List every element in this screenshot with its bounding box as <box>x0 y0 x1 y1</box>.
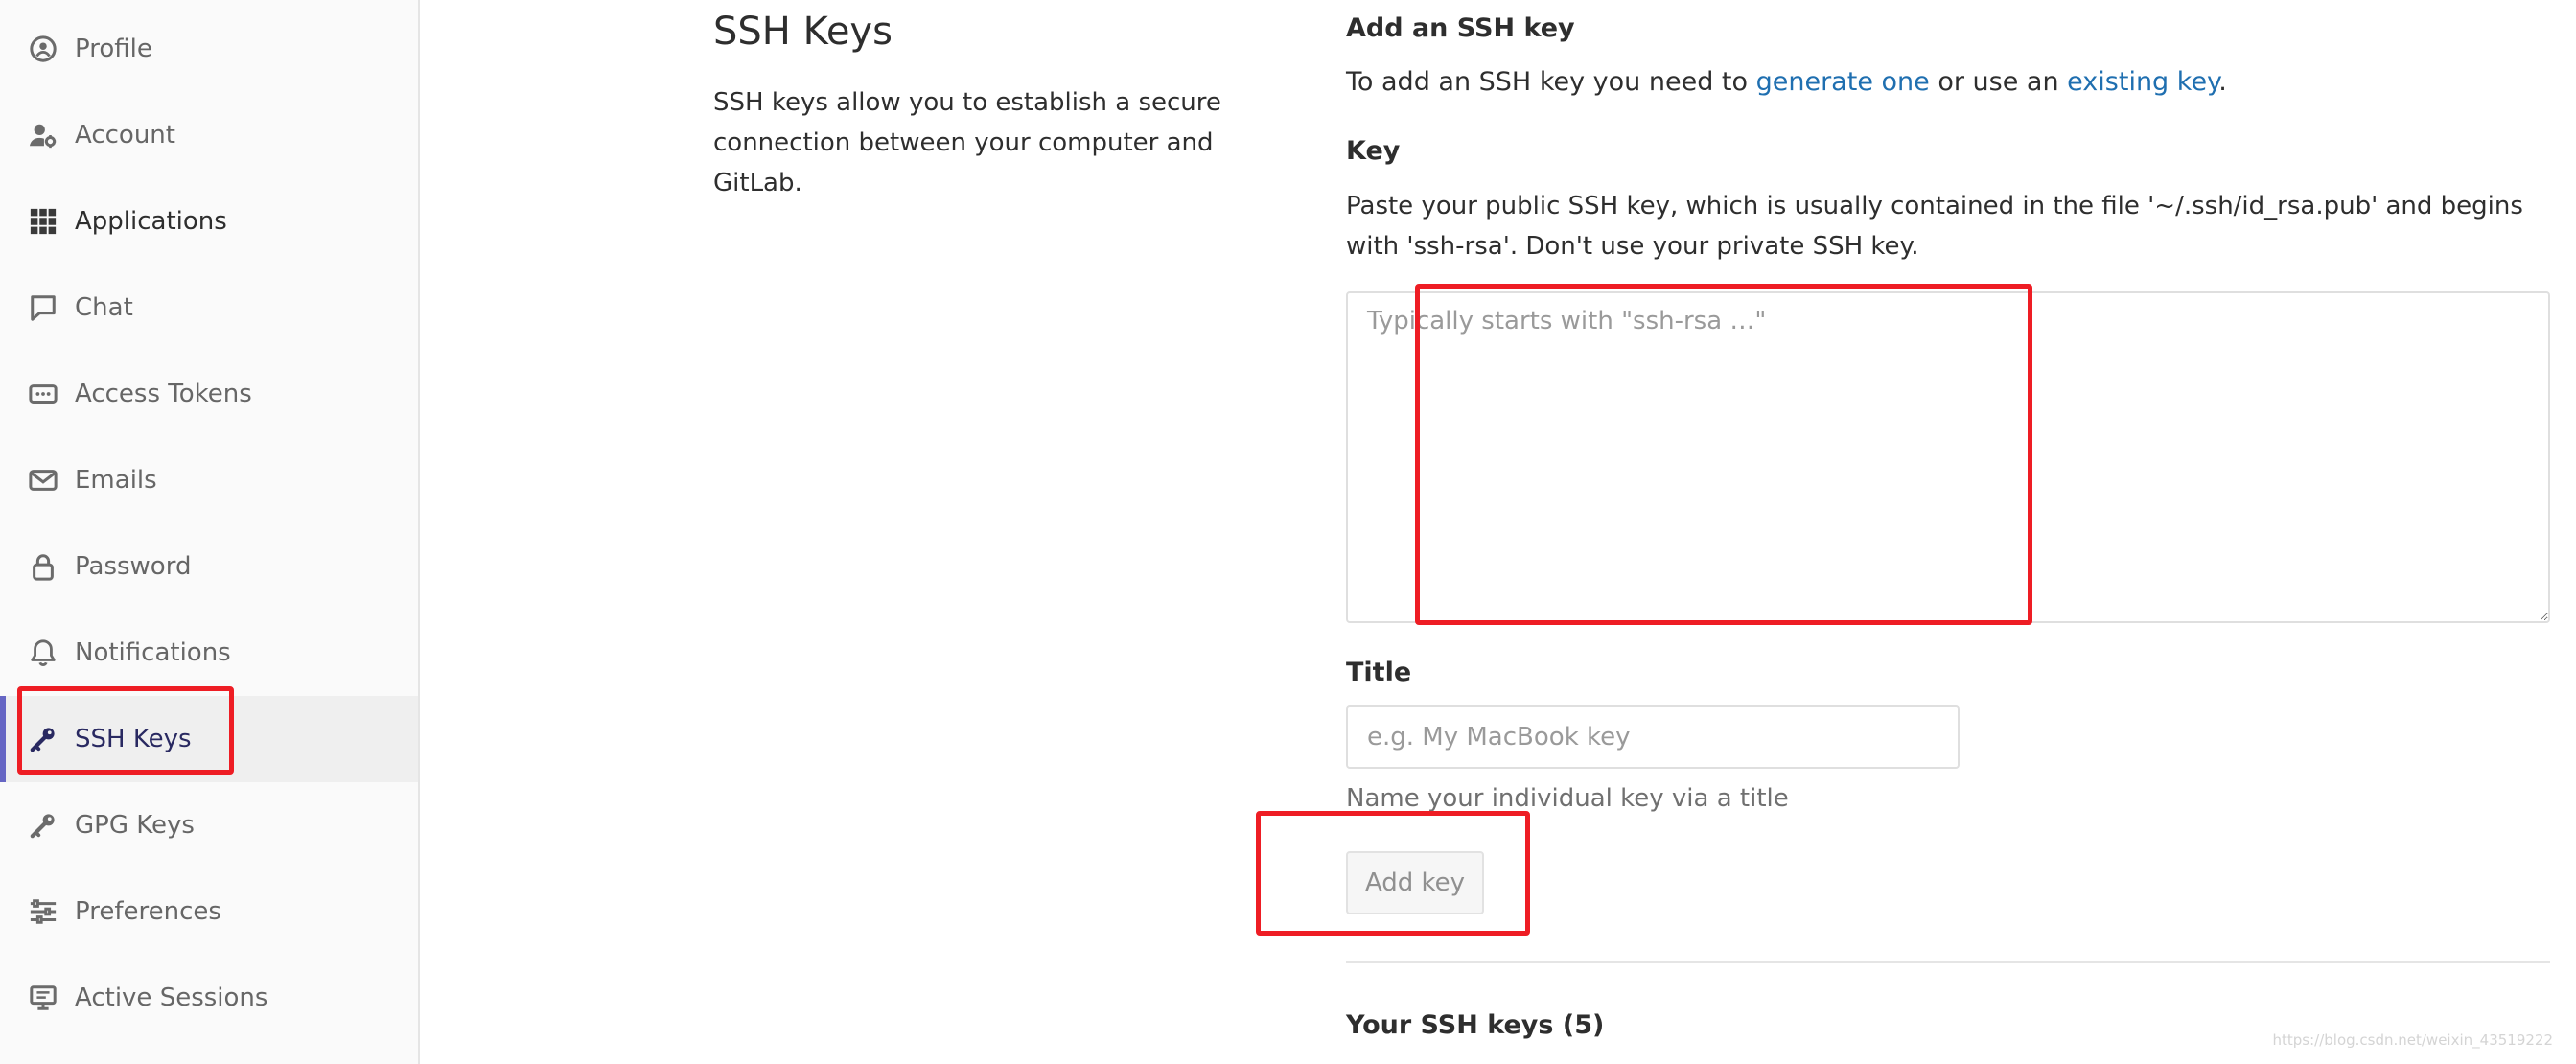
divider <box>1346 961 2550 963</box>
sidebar-item-profile[interactable]: Profile <box>0 6 418 92</box>
settings-description: SSH keys allow you to establish a secure… <box>713 88 1221 197</box>
sidebar-item-applications[interactable]: Applications <box>0 178 418 265</box>
sidebar-item-label: Chat <box>75 293 133 322</box>
sidebar-item-label: Active Sessions <box>75 983 268 1012</box>
password-icon <box>29 552 58 581</box>
sidebar-item-ssh-keys[interactable]: SSH Keys <box>0 696 418 782</box>
sidebar-item-label: Preferences <box>75 897 221 926</box>
sidebar-item-account[interactable]: Account <box>0 92 418 178</box>
sidebar-item-label: Account <box>75 121 175 150</box>
sidebar-item-active-sessions[interactable]: Active Sessions <box>0 955 418 1041</box>
key-label: Key <box>1346 136 1401 166</box>
sidebar-item-label: Applications <box>75 207 227 236</box>
sidebar-item-label: Access Tokens <box>75 380 252 408</box>
preferences-icon <box>29 897 58 926</box>
sidebar-item-chat[interactable]: Chat <box>0 265 418 351</box>
sidebar-item-label: Emails <box>75 466 157 495</box>
key-help-text: Paste your public SSH key, which is usua… <box>1346 192 2523 261</box>
title-label: Title <box>1346 658 1412 687</box>
chat-icon <box>29 293 58 322</box>
sidebar-item-label: Profile <box>75 35 152 63</box>
intro-text: or use an <box>1929 67 2068 97</box>
sidebar-item-gpg-keys[interactable]: GPG Keys <box>0 782 418 868</box>
sidebar-item-label: Notifications <box>75 638 231 667</box>
applications-icon <box>29 207 58 236</box>
sidebar-item-password[interactable]: Password <box>0 523 418 610</box>
sidebar-item-emails[interactable]: Emails <box>0 437 418 523</box>
profile-icon <box>29 35 58 63</box>
sidebar-item-label: Password <box>75 552 192 581</box>
access-tokens-icon <box>29 380 58 408</box>
key-textarea[interactable] <box>1346 291 2550 623</box>
sidebar-item-preferences[interactable]: Preferences <box>0 868 418 955</box>
gpg-key-icon <box>29 811 58 840</box>
add-ssh-key-intro: To add an SSH key you need to generate o… <box>1346 67 2227 97</box>
sidebar-item-label: SSH Keys <box>75 725 192 753</box>
watermark: https://blog.csdn.net/weixin_43519222 <box>2272 1031 2553 1049</box>
page-title: SSH Keys <box>713 10 893 54</box>
title-input[interactable] <box>1346 705 1960 769</box>
sidebar-item-notifications[interactable]: Notifications <box>0 610 418 696</box>
active-sessions-icon <box>29 983 58 1012</box>
title-help-text: Name your individual key via a title <box>1346 784 1789 813</box>
add-key-button[interactable]: Add key <box>1346 851 1484 914</box>
ssh-key-icon <box>29 725 58 753</box>
emails-icon <box>29 466 58 495</box>
sidebar-item-access-tokens[interactable]: Access Tokens <box>0 351 418 437</box>
settings-sidebar: Profile Account Applications Chat Access… <box>0 0 420 1064</box>
generate-one-link[interactable]: generate one <box>1756 67 1930 97</box>
existing-key-link[interactable]: existing key <box>2067 67 2218 97</box>
notifications-icon <box>29 638 58 667</box>
your-ssh-keys-heading: Your SSH keys (5) <box>1346 1010 1605 1040</box>
intro-text: . <box>2218 67 2227 97</box>
intro-text: To add an SSH key you need to <box>1346 67 1756 97</box>
account-icon <box>29 121 58 150</box>
sidebar-item-label: GPG Keys <box>75 811 195 840</box>
add-ssh-key-heading: Add an SSH key <box>1346 13 1575 43</box>
